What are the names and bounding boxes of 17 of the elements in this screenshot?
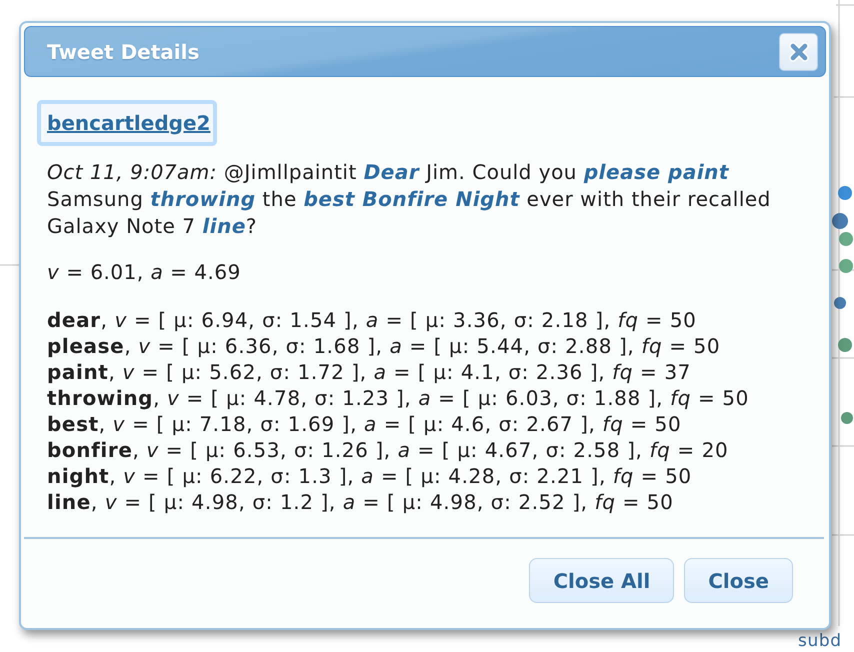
dialog-title: Tweet Details (47, 40, 200, 64)
word-stats-line: bonfire, v = [ μ: 6.53, σ: 1.26 ], a = [ μ: 4.67, σ: 2.58 ], fq = 20 (47, 437, 730, 463)
close-button[interactable] (779, 32, 818, 70)
dialog-button[interactable]: Close (684, 558, 793, 603)
word-stats-line: please, v = [ μ: 6.36, σ: 1.68 ], a = [ μ: 5.44, σ: 2.88 ], fq = 50 (47, 333, 722, 359)
tweet-text: Oct 11, 9:07am: @Jimllpaintit Dear Jim. Could you please paint Samsung throwing the best Bonfire Night ever with their recalled Galaxy Note 7 line? (46, 159, 772, 240)
dialog-button[interactable]: Close All (529, 558, 674, 603)
word-stats-line: dear, v = [ μ: 6.94, σ: 1.54 ], a = [ μ: 3.36, σ: 2.18 ], fq = 50 (47, 307, 698, 333)
axis-label: subd (798, 631, 842, 651)
word-stats-line: best, v = [ μ: 7.18, σ: 1.69 ], a = [ μ: 4.6, σ: 2.67 ], fq = 50 (47, 411, 682, 437)
word-stats-line: night, v = [ μ: 6.22, σ: 1.3 ], a = [ μ: 4.28, σ: 2.21 ], fq = 50 (47, 463, 693, 489)
word-stats-line: paint, v = [ μ: 5.62, σ: 1.72 ], a = [ μ: 4.1, σ: 2.36 ], fq = 37 (47, 359, 692, 385)
word-stats-line: line, v = [ μ: 4.98, σ: 1.2 ], a = [ μ: 4.98, σ: 2.52 ], fq = 50 (47, 489, 674, 515)
word-stats-line: throwing, v = [ μ: 4.78, σ: 1.23 ], a = [ μ: 6.03, σ: 1.88 ], fq = 50 (47, 385, 749, 411)
close-icon (788, 42, 808, 62)
username-link[interactable]: bencartledge2 (37, 100, 218, 146)
score-summary: v = 6.01, a = 4.69 (46, 259, 241, 286)
